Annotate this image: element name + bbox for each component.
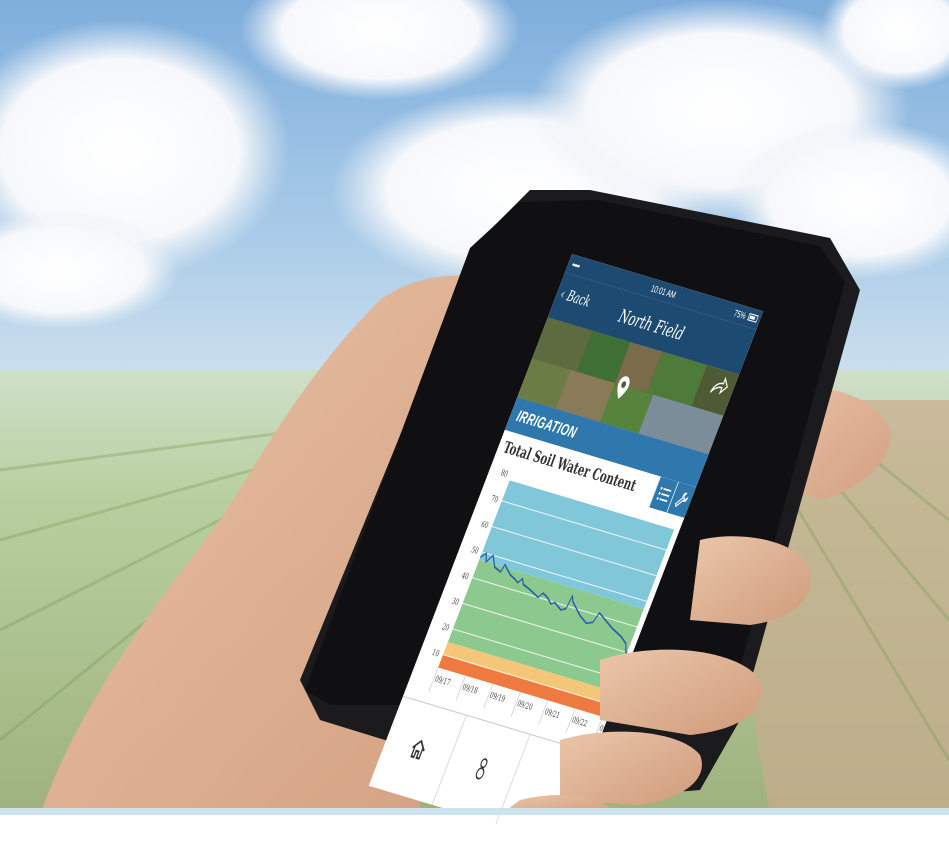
battery-percent: 75%	[732, 307, 748, 322]
y-tick-label: 80	[499, 467, 510, 479]
y-tick-label: 50	[470, 544, 481, 556]
share-icon[interactable]	[707, 372, 732, 399]
status-time: 10:01 AM	[649, 282, 678, 301]
y-tick-label: 30	[450, 595, 461, 607]
photo-scene: ••••• 10:01 AM 75% ‹ Back North Field IR…	[0, 0, 949, 843]
x-tick-label: 09/18	[461, 681, 480, 696]
x-tick-label: 09/21	[543, 706, 562, 721]
person-icon	[475, 758, 488, 780]
x-tick-label: 09/22	[571, 714, 590, 729]
home-icon	[410, 739, 425, 760]
x-tick-label: 09/17	[433, 673, 452, 688]
signal-indicator: •••••	[570, 259, 582, 272]
y-tick-label: 20	[440, 621, 451, 633]
y-tick-label: 40	[460, 570, 471, 582]
battery-icon	[747, 312, 759, 323]
y-tick-label: 10	[431, 647, 442, 659]
x-tick-label: 09/19	[488, 690, 507, 705]
y-tick-label: 60	[480, 519, 491, 531]
x-tick-label: 09/20	[516, 698, 535, 713]
y-tick-label: 70	[489, 493, 500, 505]
